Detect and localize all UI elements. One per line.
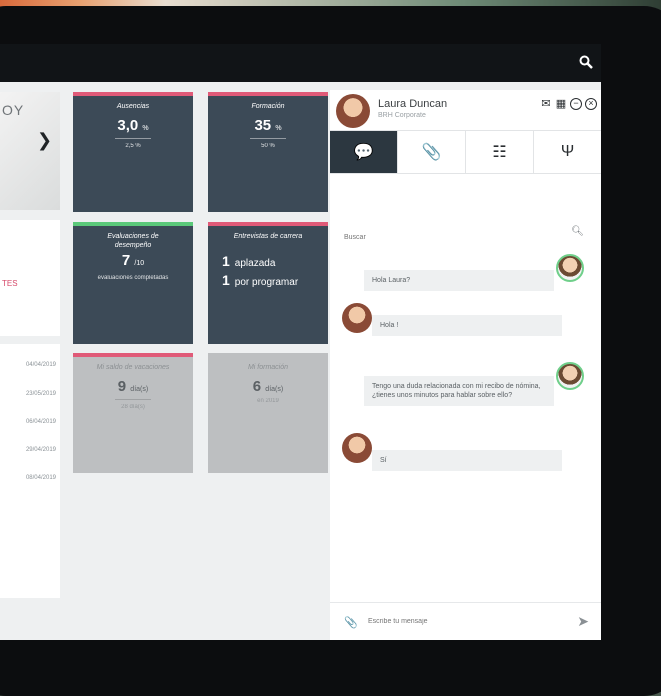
search-icon[interactable] — [579, 55, 593, 69]
app-screen: OY ❯ TES 04/04/2019 23/05/2019 06/04/201… — [0, 44, 601, 640]
tile-sub: 50 % — [261, 143, 275, 149]
tile-accent-bar — [208, 222, 328, 226]
divider — [250, 138, 286, 139]
avatar — [342, 433, 372, 463]
tile-value: 7 /10 — [121, 252, 145, 269]
tile-line: 1 aplazada — [222, 253, 276, 269]
tile-title: Ausencias — [116, 103, 150, 110]
tile-sub: evaluaciones completadas — [97, 275, 169, 281]
tile-accent-bar — [73, 92, 193, 96]
list-item[interactable]: 23/05/2019 — [26, 391, 56, 397]
summary-status[interactable]: TES — [2, 279, 18, 288]
header-actions: ✉ ▦ − × — [540, 98, 597, 110]
message-incoming: Sí — [372, 450, 562, 471]
send-icon[interactable]: ➤ — [577, 613, 589, 630]
chat-bubbles-icon: 💬 — [353, 144, 374, 161]
tile-ausencias[interactable]: Ausencias 3,0 % 2,5 % — [73, 92, 193, 212]
org-chart-icon: ☷ — [492, 144, 507, 161]
chat-search: 🔍︎ — [344, 226, 584, 241]
message-composer: 📎 ➤ — [330, 602, 601, 640]
tab-org-chart[interactable]: ☷ — [466, 131, 534, 173]
divider — [115, 399, 151, 400]
tile-value: 35 % — [254, 117, 282, 134]
tile-value: 3,0 % — [117, 117, 149, 134]
avatar — [556, 254, 584, 282]
tile-title: Mi saldo de vacaciones — [96, 364, 170, 371]
tile-accent-bar — [73, 353, 193, 357]
tile-title: Mi formación — [247, 364, 289, 371]
tab-chat[interactable]: 💬 — [330, 131, 398, 173]
message-outgoing: Tengo una duda relacionada con mi recibo… — [364, 376, 554, 406]
summary-card: TES — [0, 220, 60, 336]
close-icon[interactable]: × — [585, 98, 597, 110]
tile-accent-bar — [208, 92, 328, 96]
tile-entrevistas[interactable]: Entrevistas de carrera 1 aplazada 1 por pr… — [208, 222, 328, 344]
branch-icon: Ψ — [560, 143, 575, 160]
search-input[interactable] — [344, 234, 544, 241]
avatar — [556, 362, 584, 390]
search-icon[interactable]: 🔍︎ — [571, 226, 584, 237]
top-bar — [0, 44, 601, 82]
tile-title: Evaluaciones de desempeño — [107, 233, 159, 249]
tile-sub: 2,5 % — [125, 143, 141, 149]
chevron-right-icon[interactable]: ❯ — [37, 130, 52, 151]
left-panel: OY ❯ TES 04/04/2019 23/05/2019 06/04/201… — [0, 92, 60, 602]
tile-value: 6 día(s) — [252, 378, 284, 395]
message-incoming: Hola ! — [372, 315, 562, 336]
message-outgoing: Hola Laura? — [364, 270, 554, 291]
tile-accent-bar — [73, 222, 193, 226]
paperclip-icon: 📎 — [421, 144, 442, 161]
message-input[interactable] — [368, 618, 548, 625]
tile-value: 9 día(s) — [117, 378, 149, 395]
list-item[interactable]: 29/04/2019 — [26, 447, 56, 453]
hero-card: OY ❯ — [0, 92, 60, 210]
contact-company: BRH Corporate — [378, 112, 426, 119]
tab-branch[interactable]: Ψ — [534, 131, 601, 173]
tile-vacaciones[interactable]: Mi saldo de vacaciones 9 día(s) 28 día(s… — [73, 353, 193, 473]
minimize-icon[interactable]: − — [570, 98, 582, 110]
paperclip-icon[interactable]: 📎 — [344, 616, 358, 629]
list-item[interactable]: 08/04/2019 — [26, 475, 56, 481]
list-item[interactable]: 04/04/2019 — [26, 362, 56, 368]
contact-name: Laura Duncan — [378, 98, 448, 110]
tile-line: 1 por programar — [222, 272, 299, 288]
hero-title: OY — [2, 102, 25, 118]
chat-tabs: 💬 📎 ☷ Ψ — [330, 130, 601, 174]
chat-panel: Laura Duncan BRH Corporate ✉ ▦ − × 💬 📎 ☷… — [330, 90, 601, 640]
tab-attachments[interactable]: 📎 — [398, 131, 466, 173]
dates-list: 04/04/2019 23/05/2019 06/04/2019 29/04/2… — [0, 344, 60, 598]
tile-mi-formacion[interactable]: Mi formación 6 día(s) en 2019 — [208, 353, 328, 473]
list-item[interactable]: 06/04/2019 — [26, 419, 56, 425]
tile-title: Formación — [251, 103, 285, 110]
avatar — [336, 94, 370, 128]
calendar-icon[interactable]: ▦ — [555, 98, 567, 110]
chat-header: Laura Duncan BRH Corporate ✉ ▦ − × — [330, 90, 601, 130]
divider — [115, 138, 151, 139]
tile-evaluaciones[interactable]: Evaluaciones de desempeño 7 /10 evaluaci… — [73, 222, 193, 344]
mail-icon[interactable]: ✉ — [540, 98, 552, 110]
tile-formacion[interactable]: Formación 35 % 50 % — [208, 92, 328, 212]
avatar — [342, 303, 372, 333]
tile-sub: en 2019 — [257, 398, 279, 404]
tile-title: Entrevistas de carrera — [233, 233, 303, 240]
tile-sub: 28 día(s) — [121, 404, 145, 410]
